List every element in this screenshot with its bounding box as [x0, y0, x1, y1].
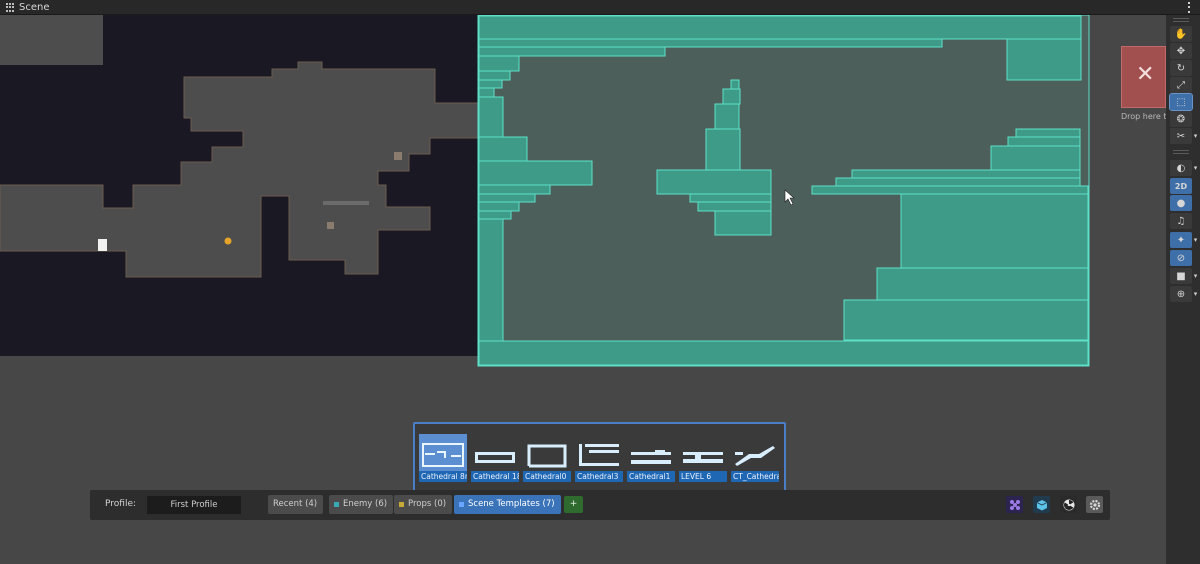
chevron-down-icon[interactable]: ▾ — [1192, 128, 1199, 144]
scene-editor: Scene ✕ Drop here t Cathedral 8r Cathedr… — [0, 0, 1200, 564]
palette-item[interactable]: Cathedral1 — [627, 434, 675, 482]
palette-item-label: Cathedral 8r — [419, 471, 467, 482]
tab-label: Props (0) — [408, 499, 447, 509]
bottom-bar: Profile: First Profile Recent (4) Enemy … — [90, 490, 1110, 520]
template-thumbnail — [527, 444, 567, 468]
palette-item-label: LEVEL 6 — [679, 471, 727, 482]
pillar-marker — [327, 222, 334, 229]
palette-item-label: Cathedral3 — [575, 471, 623, 482]
rotate-tool[interactable]: ↻ — [1170, 60, 1192, 76]
scene-toolbar: ✋ ✥ ↻ ⤢ ⬚ ❂ ✂ ▾ ◐ ▾ 2D ● ♫ ✦ ▾ ⊘ ■ ▾ ⊕ ▾ — [1166, 15, 1200, 564]
drop-zone[interactable]: ✕ — [1121, 46, 1166, 108]
draw-mode[interactable]: ◐ — [1170, 160, 1192, 176]
cube-icon[interactable] — [1033, 496, 1050, 513]
tab-label: Recent (4) — [273, 499, 318, 509]
kebab-menu-icon[interactable] — [1186, 1, 1192, 14]
close-icon: ✕ — [1136, 62, 1155, 87]
chevron-down-icon[interactable]: ▾ — [1192, 286, 1199, 302]
custom-tool[interactable]: ✂ — [1170, 128, 1192, 144]
radiation-icon[interactable] — [1060, 496, 1077, 513]
tab-props[interactable]: Props (0) — [394, 495, 453, 514]
camera-settings[interactable]: ■ — [1170, 268, 1192, 284]
rect-transform-icon: ⬚ — [1176, 96, 1186, 108]
chevron-down-icon[interactable]: ▾ — [1192, 232, 1199, 248]
tab-label: Enemy (6) — [343, 499, 388, 509]
transform-tool[interactable]: ❂ — [1170, 111, 1192, 127]
scale-icon: ⤢ — [1177, 79, 1185, 91]
toolbar-drag-handle[interactable] — [1173, 18, 1189, 22]
palette-item-label: Cathedral0 — [523, 471, 571, 482]
custom-tools-icon: ✂ — [1176, 130, 1186, 142]
settings-gear-icon[interactable] — [1086, 496, 1103, 513]
template-thumbnail — [631, 450, 671, 464]
scene-titlebar: Scene — [0, 0, 1200, 15]
scale-tool[interactable]: ⤢ — [1170, 77, 1192, 93]
gizmos-toggle[interactable]: ⊕ — [1170, 286, 1192, 302]
palette-item[interactable]: Cathedral 8r — [419, 434, 467, 482]
add-tab-button[interactable]: + — [564, 496, 583, 513]
chevron-down-icon[interactable]: ▾ — [1192, 268, 1199, 284]
hand-icon: ✋ — [1174, 28, 1188, 40]
template-thumbnail — [735, 446, 775, 466]
grid-icon — [6, 3, 15, 12]
palette-item[interactable]: LEVEL 6 — [679, 434, 727, 482]
platform — [323, 201, 369, 205]
audio-toggle[interactable]: ♫ — [1170, 213, 1192, 229]
speaker-icon: ♫ — [1176, 215, 1186, 227]
toolbar-drag-handle[interactable] — [1173, 150, 1189, 154]
camera-icon: ■ — [1176, 270, 1186, 282]
lighting-toggle[interactable]: ● — [1170, 195, 1192, 211]
gizmo-globe-icon: ⊕ — [1176, 288, 1186, 300]
template-thumbnail — [683, 452, 723, 463]
template-palette: Cathedral 8r Cathedral 18 Cathedral0 Cat… — [413, 422, 786, 497]
coin-pickup — [224, 237, 232, 245]
rect-tool[interactable]: ⬚ — [1169, 93, 1193, 111]
floor-block — [0, 15, 103, 65]
palette-item[interactable]: CT_Cathedra — [731, 434, 779, 482]
palette-item[interactable]: Cathedral 18 — [471, 434, 519, 482]
palette-item[interactable]: Cathedral0 — [523, 434, 571, 482]
player-spawn — [98, 239, 107, 251]
profile-field[interactable]: First Profile — [147, 496, 241, 514]
visibility-toggle[interactable]: ⊘ — [1170, 250, 1192, 266]
hand-tool[interactable]: ✋ — [1170, 26, 1192, 42]
scene-viewport[interactable]: ✕ Drop here to c Cathedral 8r Cathedral … — [0, 15, 1166, 564]
profile-label: Profile: — [105, 499, 137, 509]
tab-recent[interactable]: Recent (4) — [268, 495, 324, 514]
move-tool[interactable]: ✥ — [1170, 43, 1192, 59]
tab-scene-templates[interactable]: Scene Templates (7) — [454, 495, 561, 514]
hidden-eye-icon: ⊘ — [1176, 252, 1186, 264]
scene-tab[interactable]: Scene — [6, 1, 50, 14]
palette-item-label: Cathedral 18 — [471, 471, 519, 482]
category-color-swatch — [399, 502, 404, 507]
palette-item[interactable]: Cathedral3 — [575, 434, 623, 482]
shading-icon: ◐ — [1176, 162, 1186, 174]
template-thumbnail — [579, 444, 619, 466]
template-thumbnail — [475, 452, 515, 463]
category-color-swatch — [459, 502, 464, 507]
tab-enemy[interactable]: Enemy (6) — [329, 495, 394, 514]
palette-item-label: CT_Cathedra — [731, 471, 779, 482]
drop-zone-label: Drop here to c — [1121, 112, 1166, 121]
transform-icon: ❂ — [1176, 113, 1186, 125]
palette-item-label: Cathedral1 — [627, 471, 675, 482]
scene-tab-label: Scene — [19, 2, 50, 13]
door-marker — [394, 152, 402, 160]
move-arrows-icon: ✥ — [1176, 45, 1186, 57]
2d-toggle[interactable]: 2D — [1170, 178, 1192, 194]
template-thumbnail — [422, 443, 464, 467]
prefab-variant-icon[interactable] — [1006, 496, 1023, 513]
tab-label: Scene Templates (7) — [468, 499, 555, 509]
category-color-swatch — [334, 502, 339, 507]
chevron-down-icon[interactable]: ▾ — [1192, 160, 1199, 176]
effects-icon: ✦ — [1176, 234, 1186, 246]
light-bulb-icon: ● — [1176, 197, 1186, 209]
rotate-icon: ↻ — [1176, 62, 1186, 74]
effects-toggle[interactable]: ✦ — [1170, 232, 1192, 248]
